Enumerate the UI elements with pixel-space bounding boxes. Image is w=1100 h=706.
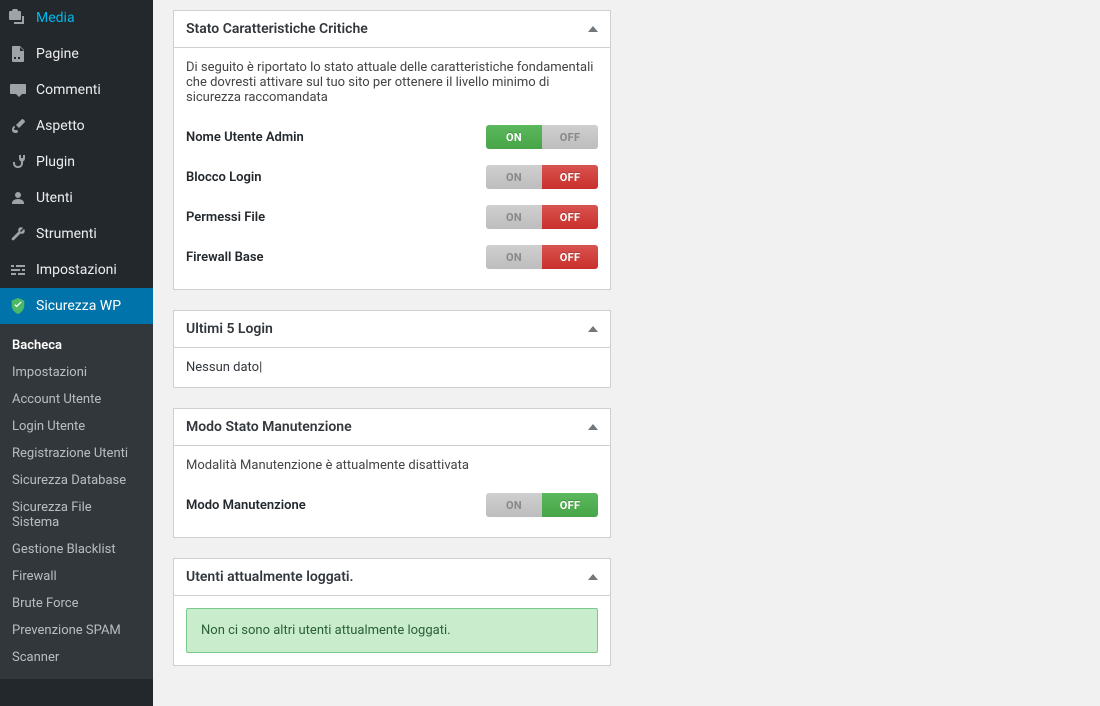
feature-row: Blocco Login ONOFF — [186, 157, 598, 197]
submenu-item[interactable]: Brute Force — [0, 590, 153, 617]
sidebar-item-wrench[interactable]: Strumenti — [0, 216, 153, 252]
sidebar-item-media[interactable]: Media — [0, 0, 153, 36]
shield-icon — [8, 296, 28, 316]
panel-title: Modo Stato Manutenzione — [186, 419, 588, 435]
maintenance-toggle[interactable]: ON OFF — [486, 493, 598, 517]
feature-toggle[interactable]: ONOFF — [486, 125, 598, 149]
panel-header[interactable]: Modo Stato Manutenzione — [174, 409, 610, 446]
sidebar-item-plug[interactable]: Plugin — [0, 144, 153, 180]
collapse-icon[interactable] — [588, 26, 598, 32]
sidebar-item-label: Media — [36, 10, 75, 26]
plug-icon — [8, 152, 28, 172]
collapse-icon[interactable] — [588, 424, 598, 430]
submenu-item[interactable]: Bacheca — [0, 332, 153, 359]
brush-icon — [8, 116, 28, 136]
feature-row: Permessi File ONOFF — [186, 197, 598, 237]
submenu-item[interactable]: Prevenzione SPAM — [0, 617, 153, 644]
panel-title: Stato Caratteristiche Critiche — [186, 21, 588, 37]
sidebar-item-sliders[interactable]: Impostazioni — [0, 252, 153, 288]
media-icon — [8, 8, 28, 28]
submenu-item[interactable]: Registrazione Utenti — [0, 440, 153, 467]
sidebar-item-brush[interactable]: Aspetto — [0, 108, 153, 144]
submenu-item[interactable]: Impostazioni — [0, 359, 153, 386]
notice-text: Non ci sono altri utenti attualmente log… — [201, 623, 451, 638]
admin-sidebar: Media Pagine Commenti Aspetto Plugin Utenti St… — [0, 0, 153, 706]
feature-label: Nome Utente Admin — [186, 130, 304, 145]
wrench-icon — [8, 224, 28, 244]
sidebar-item-label: Plugin — [36, 154, 75, 170]
panel-title: Ultimi 5 Login — [186, 321, 588, 337]
sidebar-item-user[interactable]: Utenti — [0, 180, 153, 216]
toggle-on[interactable]: ON — [486, 493, 542, 517]
sidebar-item-label: Pagine — [36, 46, 79, 62]
feature-row: Modo Manutenzione ON OFF — [186, 485, 598, 525]
submenu-item[interactable]: Account Utente — [0, 386, 153, 413]
toggle-on[interactable]: ON — [486, 165, 542, 189]
panel-logged-users: Utenti attualmente loggati. Non ci sono … — [173, 558, 611, 666]
toggle-off[interactable]: OFF — [542, 125, 598, 149]
notice-success: Non ci sono altri utenti attualmente log… — [186, 608, 598, 653]
toggle-off[interactable]: OFF — [542, 245, 598, 269]
toggle-off[interactable]: OFF — [542, 165, 598, 189]
toggle-off[interactable]: OFF — [542, 493, 598, 517]
feature-toggle[interactable]: ONOFF — [486, 245, 598, 269]
toggle-on[interactable]: ON — [486, 205, 542, 229]
sidebar-item-comment[interactable]: Commenti — [0, 72, 153, 108]
comment-icon — [8, 80, 28, 100]
submenu-item[interactable]: Gestione Blacklist — [0, 536, 153, 563]
feature-label: Modo Manutenzione — [186, 498, 306, 513]
feature-toggle[interactable]: ONOFF — [486, 165, 598, 189]
sidebar-item-label: Sicurezza WP — [36, 298, 121, 314]
panel-header[interactable]: Stato Caratteristiche Critiche — [174, 11, 610, 48]
sidebar-item-label: Strumenti — [36, 226, 97, 242]
submenu-item[interactable]: Sicurezza Database — [0, 467, 153, 494]
sidebar-item-label: Aspetto — [36, 118, 85, 134]
sidebar-item-page[interactable]: Pagine — [0, 36, 153, 72]
panel-title: Utenti attualmente loggati. — [186, 569, 588, 585]
panel-last-logins: Ultimi 5 Login Nessun dato| — [173, 310, 611, 388]
toggle-on[interactable]: ON — [486, 245, 542, 269]
toggle-on[interactable]: ON — [486, 125, 542, 149]
feature-row: Nome Utente Admin ONOFF — [186, 117, 598, 157]
user-icon — [8, 188, 28, 208]
empty-text: Nessun dato| — [186, 360, 262, 375]
feature-label: Firewall Base — [186, 250, 264, 265]
sliders-icon — [8, 260, 28, 280]
toggle-off[interactable]: OFF — [542, 205, 598, 229]
panel-header[interactable]: Ultimi 5 Login — [174, 311, 610, 348]
submenu-item[interactable]: Firewall — [0, 563, 153, 590]
sidebar-item-shield[interactable]: Sicurezza WP — [0, 288, 153, 324]
submenu-sicurezza: BachecaImpostazioniAccount UtenteLogin U… — [0, 324, 153, 679]
submenu-item[interactable]: Login Utente — [0, 413, 153, 440]
feature-toggle[interactable]: ONOFF — [486, 205, 598, 229]
submenu-item[interactable]: Sicurezza File Sistema — [0, 494, 153, 536]
sidebar-item-label: Utenti — [36, 190, 73, 206]
submenu-item[interactable]: Scanner — [0, 644, 153, 671]
collapse-icon[interactable] — [588, 326, 598, 332]
sidebar-item-label: Impostazioni — [36, 262, 117, 278]
panel-maintenance: Modo Stato Manutenzione Modalità Manuten… — [173, 408, 611, 538]
feature-label: Blocco Login — [186, 170, 262, 185]
collapse-icon[interactable] — [588, 574, 598, 580]
page-icon — [8, 44, 28, 64]
panel-description: Di seguito è riportato lo stato attuale … — [186, 60, 598, 105]
panel-critical-features: Stato Caratteristiche Critiche Di seguit… — [173, 10, 611, 290]
feature-row: Firewall Base ONOFF — [186, 237, 598, 277]
sidebar-item-label: Commenti — [36, 82, 101, 98]
panel-description: Modalità Manutenzione è attualmente disa… — [186, 458, 598, 473]
feature-label: Permessi File — [186, 210, 265, 225]
main-content: Stato Caratteristiche Critiche Di seguit… — [153, 0, 1100, 706]
panel-header[interactable]: Utenti attualmente loggati. — [174, 559, 610, 596]
